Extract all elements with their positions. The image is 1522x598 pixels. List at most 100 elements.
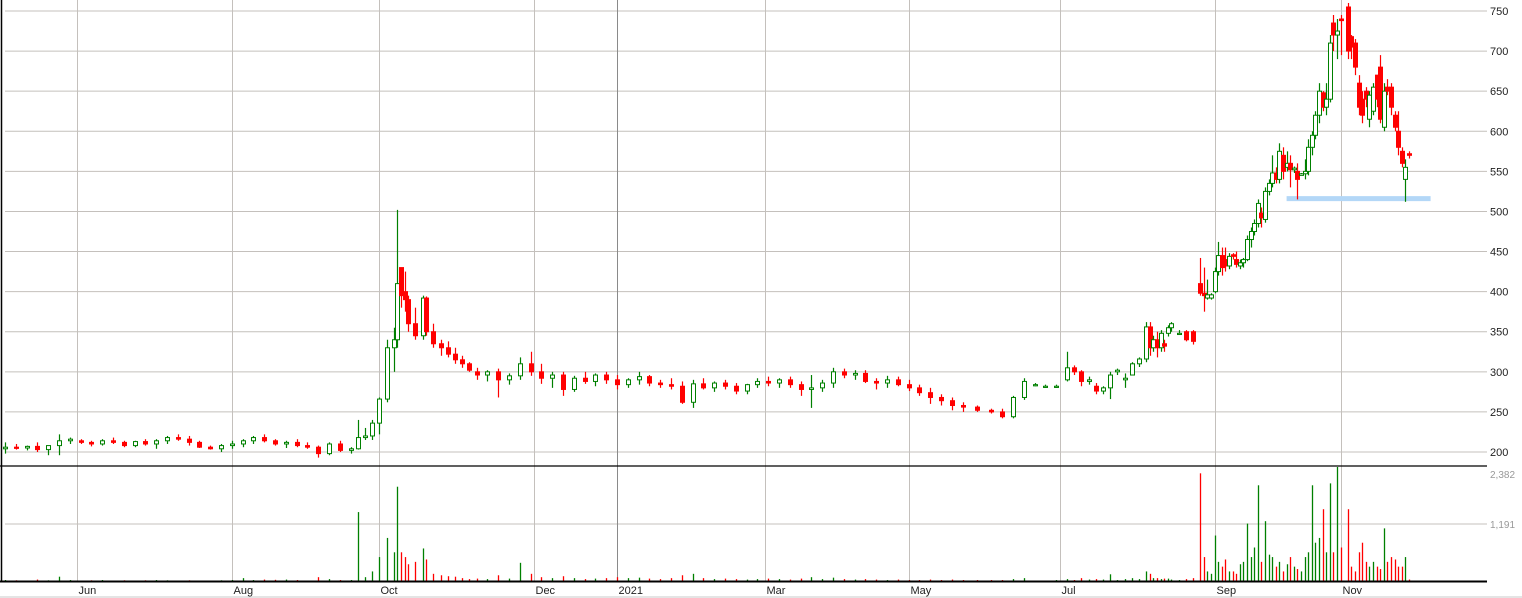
candle-body <box>1011 396 1016 418</box>
candle-body <box>1335 30 1340 36</box>
candle-body <box>1349 36 1354 48</box>
candle-down <box>583 371 588 384</box>
price-tick-label: 700 <box>1490 46 1508 58</box>
candle-body <box>1252 222 1257 232</box>
candle-up <box>831 367 836 388</box>
candle-down <box>187 435 192 446</box>
candle-body <box>439 343 444 349</box>
candle-up <box>820 379 825 392</box>
candles <box>3 2 1412 458</box>
month-label: Oct <box>381 585 398 597</box>
candle-body <box>1000 411 1005 418</box>
candle-down <box>1353 39 1358 76</box>
candle-down <box>1339 15 1344 56</box>
candle-body <box>338 443 343 451</box>
candle-body <box>1022 380 1027 398</box>
candle-body <box>392 339 397 349</box>
candle-body <box>1123 377 1128 381</box>
candle-body <box>1310 134 1315 148</box>
candle-up <box>133 440 138 448</box>
candle-body <box>1209 294 1214 299</box>
candle-body <box>885 379 890 384</box>
candle-up <box>518 357 523 380</box>
candle-body <box>1360 98 1365 116</box>
candle-body <box>327 443 332 455</box>
candle-up <box>370 419 375 440</box>
candle-body <box>604 374 609 381</box>
candle-body <box>1101 387 1106 392</box>
candle-up <box>777 378 782 388</box>
candle-body <box>273 440 278 445</box>
candle-down <box>1079 370 1084 387</box>
candle-body <box>413 323 418 337</box>
candle-body <box>1205 294 1210 299</box>
candle-body <box>377 398 382 424</box>
candle-body <box>403 291 408 301</box>
candle-down <box>14 443 19 450</box>
month-label: Jul <box>1062 585 1076 597</box>
candle-body <box>370 422 375 437</box>
candle-up <box>1277 143 1282 184</box>
candle-body <box>863 372 868 382</box>
price-tick-label: 550 <box>1490 166 1508 178</box>
candle-down <box>680 381 685 404</box>
candle-body <box>176 437 181 440</box>
candle-body <box>680 385 685 403</box>
candle-down <box>273 439 278 446</box>
candle-down <box>1198 257 1203 296</box>
candle-body <box>701 383 706 389</box>
candle-body <box>529 363 534 373</box>
candle-body <box>1162 343 1167 347</box>
candle-up <box>745 383 750 395</box>
candle-up <box>1324 83 1329 116</box>
candle-down <box>89 440 94 447</box>
candle-body <box>518 363 523 377</box>
candle-body <box>1094 385 1099 392</box>
candle-up <box>1065 351 1070 382</box>
candle-body <box>1087 379 1092 382</box>
candle-body <box>1151 339 1156 349</box>
candle-body <box>550 374 555 379</box>
candle-body <box>637 376 642 381</box>
candle-body <box>1198 283 1203 294</box>
candle-body <box>1367 94 1372 120</box>
candle-up <box>1054 384 1059 388</box>
candle-body <box>1043 385 1048 388</box>
candle-down <box>262 434 267 443</box>
candle-up <box>1159 330 1164 352</box>
grid <box>5 0 1487 581</box>
candle-up <box>68 437 73 444</box>
candle-body <box>1213 271 1218 293</box>
candle-body <box>917 387 922 394</box>
candle-body <box>363 435 368 439</box>
candle-down <box>669 378 674 390</box>
candle-body <box>561 374 566 390</box>
candle-body <box>154 440 159 445</box>
month-label: Jun <box>79 585 97 597</box>
candle-up <box>356 419 361 450</box>
candle-down <box>1393 111 1398 132</box>
candle-down <box>658 379 663 388</box>
candle-body <box>1079 371 1084 382</box>
candle-body <box>1393 114 1398 128</box>
candle-body <box>723 382 728 387</box>
candle-body <box>406 299 411 325</box>
price-tick-label: 400 <box>1490 287 1508 299</box>
candle-up <box>809 375 814 408</box>
candle-down <box>197 440 202 448</box>
candle-down <box>874 378 879 390</box>
price-tick-label: 500 <box>1490 206 1508 218</box>
candle-body <box>989 409 994 413</box>
candle-body <box>453 353 458 361</box>
candle-body <box>928 392 933 398</box>
candle-body <box>874 380 879 384</box>
candle-up <box>219 443 224 452</box>
candle-body <box>734 385 739 392</box>
candle-up <box>1115 368 1120 376</box>
candle-down <box>143 439 148 446</box>
candle-body <box>1400 150 1405 164</box>
month-label: Sep <box>1217 585 1237 597</box>
candle-body <box>755 380 760 386</box>
candle-up <box>1371 83 1376 116</box>
candle-body <box>831 371 836 384</box>
